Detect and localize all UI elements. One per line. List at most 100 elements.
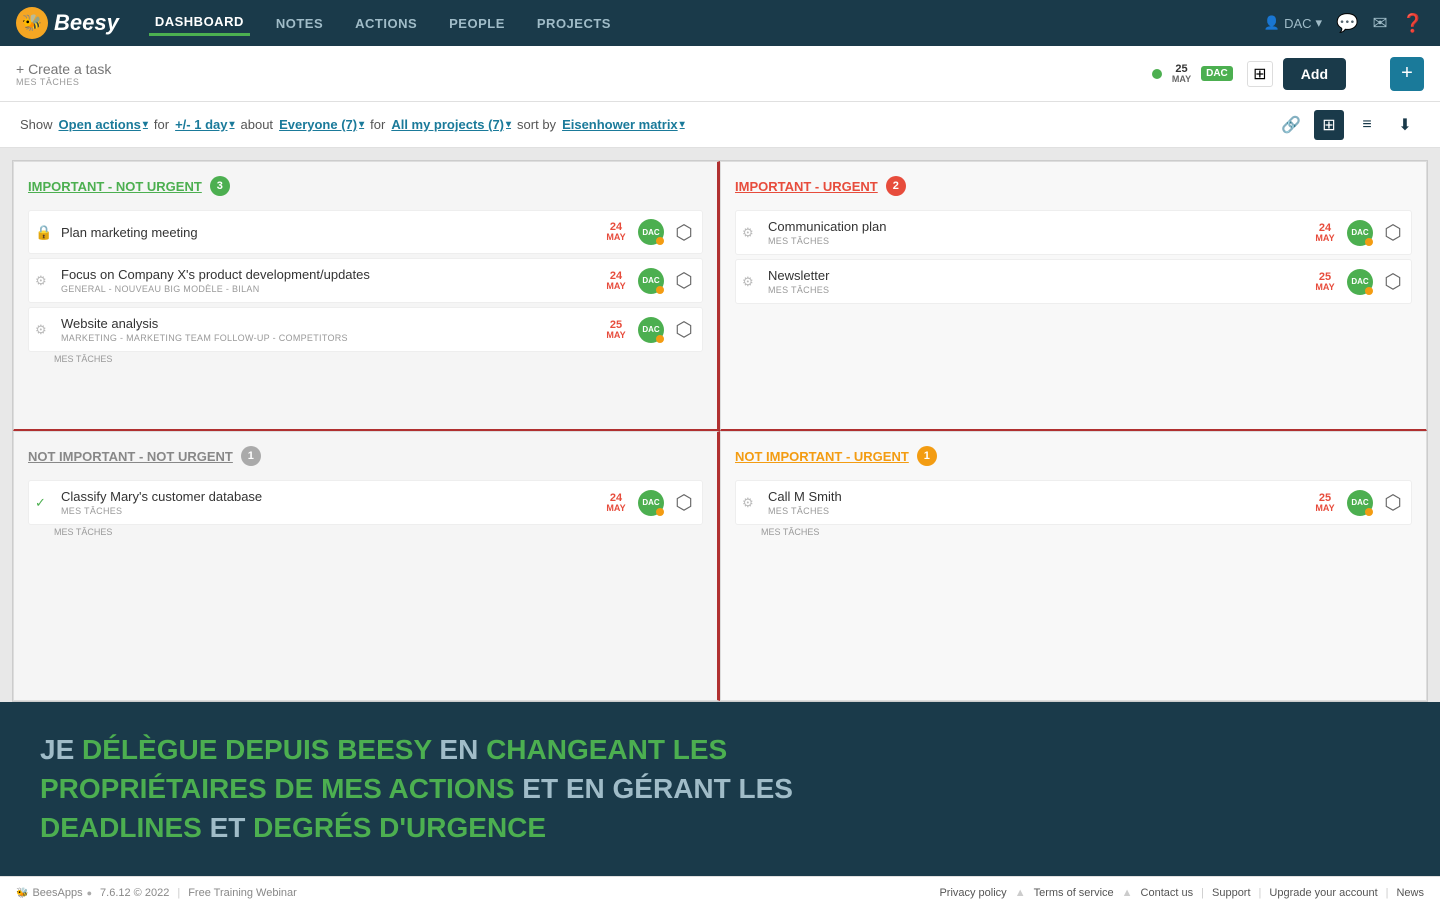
avatar: DAC xyxy=(1347,269,1373,295)
task-sub: MES TÂCHES xyxy=(768,506,1303,516)
grid-view-btn2[interactable]: ⊞ xyxy=(1314,110,1344,140)
task-info: Call M Smith MES TÂCHES xyxy=(768,489,1303,516)
filter-icon: ⚙ xyxy=(742,274,760,290)
range-filter[interactable]: +/- 1 day ▾ xyxy=(175,117,234,132)
task-info: Newsletter MES TÂCHES xyxy=(768,268,1303,295)
hex-icon[interactable]: ⬡ xyxy=(1381,491,1405,515)
filter-icon: ⚙ xyxy=(742,225,760,241)
task-sub: MES TÂCHES xyxy=(61,506,594,516)
hex-icon[interactable]: ⬡ xyxy=(672,220,696,244)
link-view-btn[interactable]: 🔗 xyxy=(1276,110,1306,140)
promo-highlight-5: DEGRÉS D'URGENCE xyxy=(253,812,546,843)
task-info: Classify Mary's customer database MES TÂ… xyxy=(61,489,594,516)
mail-icon[interactable]: ✉ xyxy=(1372,13,1387,34)
nav-projects[interactable]: PROJECTS xyxy=(531,12,617,35)
orange-dot xyxy=(1365,238,1373,246)
mes-taches-label: MES TÂCHES xyxy=(16,77,1142,87)
list-view-btn[interactable]: ≡ xyxy=(1352,110,1382,140)
show-label: Show xyxy=(20,117,53,132)
matrix-arrow: ▾ xyxy=(680,119,685,130)
filter-icon: ⚙ xyxy=(35,273,53,289)
everyone-filter[interactable]: Everyone (7) ▾ xyxy=(279,117,364,132)
footer-logo: 🐝 BeesApps ● xyxy=(16,887,92,899)
hex-icon[interactable]: ⬡ xyxy=(672,269,696,293)
footer-support[interactable]: Support xyxy=(1212,887,1251,899)
task-date: 24 MAY xyxy=(602,270,630,292)
orange-dot xyxy=(1365,287,1373,295)
task-date: 24 MAY xyxy=(602,492,630,514)
projects-label: All my projects (7) xyxy=(391,117,504,132)
avatar: DAC xyxy=(638,490,664,516)
about-label: about xyxy=(241,117,274,132)
task-name: Plan marketing meeting xyxy=(61,225,594,240)
quadrant-important-urgent: IMPORTANT - URGENT 2 ⚙ Communication pla… xyxy=(720,161,1427,431)
filter-bar: Show Open actions ▾ for +/- 1 day ▾ abou… xyxy=(0,102,1440,148)
hex-icon[interactable]: ⬡ xyxy=(1381,221,1405,245)
quadrant-bl-title[interactable]: NOT IMPORTANT - NOT URGENT xyxy=(28,449,233,464)
user-icon: 👤 xyxy=(1264,15,1280,31)
task-name: Communication plan xyxy=(768,219,1303,234)
task-info: Plan marketing meeting xyxy=(61,225,594,240)
quadrant-tl-title[interactable]: IMPORTANT - NOT URGENT xyxy=(28,179,202,194)
check-icon: ✓ xyxy=(35,495,53,511)
nav-dashboard[interactable]: DASHBOARD xyxy=(149,10,250,36)
quadrant-important-not-urgent: IMPORTANT - NOT URGENT 3 🔒 Plan marketin… xyxy=(13,161,720,431)
hex-icon[interactable]: ⬡ xyxy=(672,318,696,342)
quadrant-tl-header: IMPORTANT - NOT URGENT 3 xyxy=(28,176,703,196)
task-row: 🔒 Plan marketing meeting 24 MAY DAC ⬡ xyxy=(28,210,703,254)
matrix-filter[interactable]: Eisenhower matrix ▾ xyxy=(562,117,685,132)
user-menu[interactable]: 👤 DAC ▾ xyxy=(1264,15,1322,31)
avatar: DAC xyxy=(638,268,664,294)
promo-normal-2: EN xyxy=(432,734,486,765)
task-row: ⚙ Focus on Company X's product developme… xyxy=(28,258,703,303)
date-badge: 25 MAY xyxy=(1172,63,1191,85)
footer-privacy[interactable]: Privacy policy xyxy=(939,887,1006,899)
nav-people[interactable]: PEOPLE xyxy=(443,12,511,35)
task-date: 25 MAY xyxy=(1311,492,1339,514)
download-btn[interactable]: ⬇ xyxy=(1390,110,1420,140)
orange-dot xyxy=(656,508,664,516)
projects-filter[interactable]: All my projects (7) ▾ xyxy=(391,117,511,132)
task-sub: MARKETING - MARKETING TEAM FOLLOW-UP - C… xyxy=(61,333,594,343)
task-name: Focus on Company X's product development… xyxy=(61,267,594,282)
promo-highlight-3: PROPRIÉTAIRES DE MES ACTIONS xyxy=(40,773,515,804)
help-icon[interactable]: ❓ xyxy=(1402,13,1424,34)
quadrant-tr-title[interactable]: IMPORTANT - URGENT xyxy=(735,179,878,194)
task-input[interactable] xyxy=(16,61,1142,77)
footer-terms[interactable]: Terms of service xyxy=(1034,887,1114,899)
quadrant-tl-count: 3 xyxy=(210,176,230,196)
nav-actions[interactable]: ACTIONS xyxy=(349,12,423,35)
footer: 🐝 BeesApps ● 7.6.12 © 2022 | Free Traini… xyxy=(0,876,1440,910)
plus-button[interactable]: + xyxy=(1390,57,1424,91)
add-button[interactable]: Add xyxy=(1283,58,1346,90)
main-content: IMPORTANT - NOT URGENT 3 🔒 Plan marketin… xyxy=(0,148,1440,702)
footer-upgrade[interactable]: Upgrade your account xyxy=(1269,887,1377,899)
logo[interactable]: 🐝 Beesy xyxy=(16,7,119,39)
task-name: Newsletter xyxy=(768,268,1303,283)
top-nav: 🐝 Beesy DASHBOARD NOTES ACTIONS PEOPLE P… xyxy=(0,0,1440,46)
task-info: Focus on Company X's product development… xyxy=(61,267,594,294)
footer-sep-4: | xyxy=(1201,887,1204,899)
everyone-arrow: ▾ xyxy=(359,119,364,130)
footer-contact[interactable]: Contact us xyxy=(1141,887,1194,899)
promo-normal-4: ET xyxy=(202,812,253,843)
task-name: Classify Mary's customer database xyxy=(61,489,594,504)
hex-icon[interactable]: ⬡ xyxy=(672,491,696,515)
grid-view-btn[interactable]: ⊞ xyxy=(1247,61,1273,87)
task-sub: MES TÂCHES xyxy=(768,236,1303,246)
orange-dot xyxy=(656,335,664,343)
open-actions-filter[interactable]: Open actions ▾ xyxy=(59,117,148,132)
nav-notes[interactable]: NOTES xyxy=(270,12,329,35)
footer-news[interactable]: News xyxy=(1396,887,1424,899)
promo-normal-1: JE xyxy=(40,734,82,765)
range-arrow: ▾ xyxy=(229,119,234,130)
range-label: +/- 1 day xyxy=(175,117,227,132)
status-dot xyxy=(1152,69,1162,79)
hex-icon[interactable]: ⬡ xyxy=(1381,270,1405,294)
mes-taches: MES TÂCHES xyxy=(28,527,703,537)
projects-arrow: ▾ xyxy=(506,119,511,130)
quadrant-br-title[interactable]: NOT IMPORTANT - URGENT xyxy=(735,449,909,464)
quadrant-tr-header: IMPORTANT - URGENT 2 xyxy=(735,176,1412,196)
chat-icon[interactable]: 💬 xyxy=(1336,13,1358,34)
avatar: DAC xyxy=(638,219,664,245)
